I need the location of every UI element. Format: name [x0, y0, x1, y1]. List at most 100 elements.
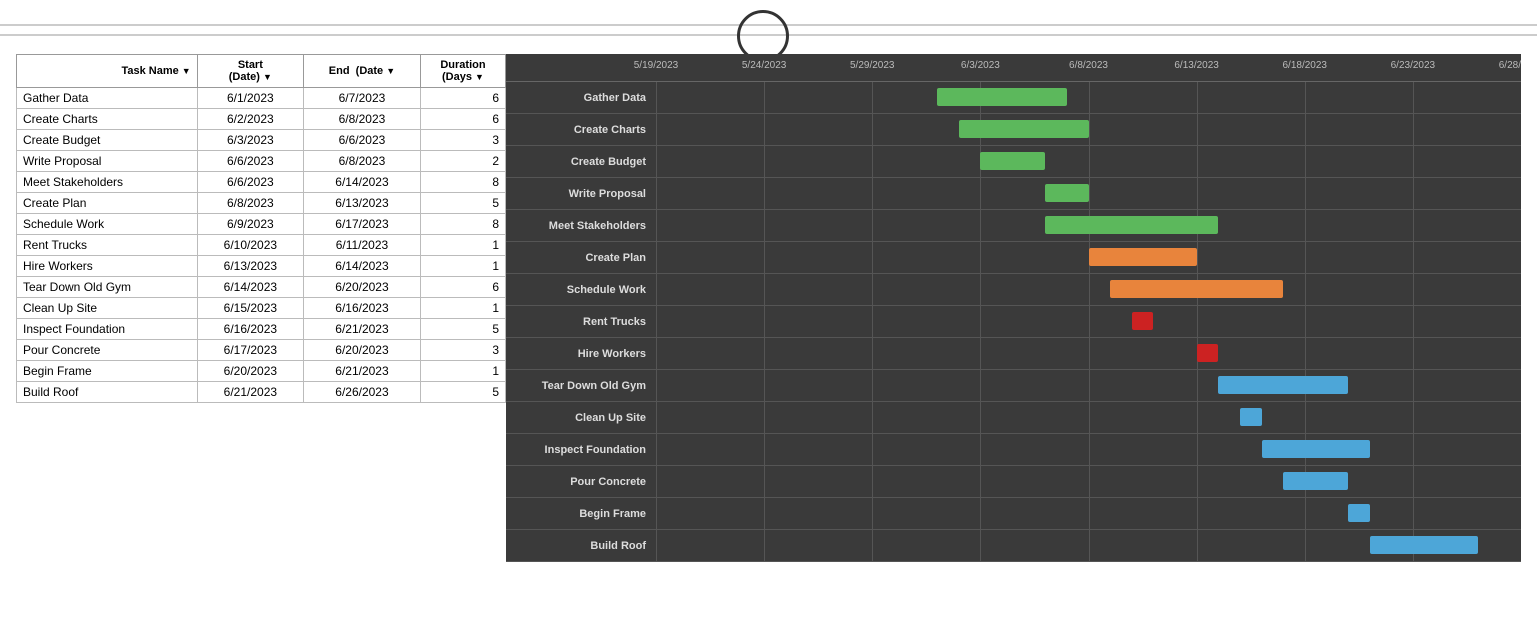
gantt-grid-line — [1197, 114, 1198, 146]
gantt-grid-line — [764, 498, 765, 530]
task-name-cell: Rent Trucks — [17, 235, 198, 256]
gantt-grid-line — [1089, 498, 1090, 530]
col-header-task[interactable]: Task Name ▼ — [17, 55, 198, 88]
task-end-cell: 6/14/2023 — [304, 256, 421, 277]
gantt-grid-line — [764, 402, 765, 434]
gantt-row-label: Create Budget — [506, 156, 656, 168]
gantt-grid-line — [764, 146, 765, 178]
gantt-grid-line — [872, 146, 873, 178]
task-end-cell: 6/17/2023 — [304, 214, 421, 235]
gantt-grid-line — [872, 82, 873, 114]
task-start-cell: 6/15/2023 — [197, 298, 303, 319]
gantt-row: Meet Stakeholders — [506, 210, 1521, 242]
task-name-cell: Begin Frame — [17, 361, 198, 382]
gantt-grid-line — [1413, 82, 1414, 114]
gantt-bar — [1045, 216, 1218, 234]
gantt-row-label: Schedule Work — [506, 284, 656, 296]
gantt-bar — [1240, 408, 1262, 426]
gantt-grid-line — [872, 402, 873, 434]
task-end-cell: 6/6/2023 — [304, 130, 421, 151]
gantt-row-label: Pour Concrete — [506, 476, 656, 488]
gantt-row-label: Begin Frame — [506, 508, 656, 520]
task-end-cell: 6/13/2023 — [304, 193, 421, 214]
filter-icon-start[interactable]: ▼ — [263, 72, 272, 82]
gantt-grid-line — [980, 530, 981, 562]
gantt-row-label: Meet Stakeholders — [506, 220, 656, 232]
gantt-grid-line — [656, 498, 657, 530]
gantt-grid-line — [1413, 434, 1414, 466]
task-start-cell: 6/13/2023 — [197, 256, 303, 277]
gantt-bar — [1110, 280, 1283, 298]
table-row: Build Roof 6/21/2023 6/26/2023 5 — [17, 382, 506, 403]
filter-icon-task[interactable]: ▼ — [182, 66, 191, 76]
gantt-row-label: Build Roof — [506, 540, 656, 552]
gantt-row: Tear Down Old Gym — [506, 370, 1521, 402]
gantt-bar — [1283, 472, 1348, 490]
col-header-start[interactable]: Start(Date) ▼ — [197, 55, 303, 88]
gantt-row-label: Create Plan — [506, 252, 656, 264]
gantt-grid-line — [764, 242, 765, 274]
gantt-grid-line — [872, 242, 873, 274]
table-row: Gather Data 6/1/2023 6/7/2023 6 — [17, 88, 506, 109]
gantt-grid-line — [656, 146, 657, 178]
gantt-grid-line — [872, 466, 873, 498]
filter-icon-end[interactable]: ▼ — [386, 66, 395, 76]
task-end-cell: 6/26/2023 — [304, 382, 421, 403]
gantt-row-label: Create Charts — [506, 124, 656, 136]
task-name-cell: Pour Concrete — [17, 340, 198, 361]
gantt-bar-area — [656, 82, 1521, 114]
gantt-grid-line — [656, 274, 657, 306]
gantt-grid-line — [1413, 402, 1414, 434]
gantt-grid-line — [1305, 338, 1306, 370]
gantt-bar — [1370, 536, 1478, 554]
gantt-grid-line — [1413, 338, 1414, 370]
gantt-grid-line — [1413, 242, 1414, 274]
gantt-grid-line — [1089, 274, 1090, 306]
gantt-grid-line — [764, 530, 765, 562]
col-header-end[interactable]: End (Date ▼ — [304, 55, 421, 88]
gantt-grid-line — [980, 210, 981, 242]
task-duration-cell: 5 — [420, 193, 505, 214]
gantt-grid-line — [656, 466, 657, 498]
gantt-grid-line — [656, 82, 657, 114]
gantt-axis-tick: 6/3/2023 — [961, 60, 1000, 71]
gantt-chart-section: 5/19/20235/24/20235/29/20236/3/20236/8/2… — [506, 54, 1521, 562]
gantt-grid-line — [1305, 146, 1306, 178]
task-duration-cell: 2 — [420, 151, 505, 172]
col-header-duration[interactable]: Duration(Days ▼ — [420, 55, 505, 88]
main-content: Task Name ▼ Start(Date) ▼ End (Date ▼ Du… — [0, 44, 1537, 572]
task-name-cell: Hire Workers — [17, 256, 198, 277]
gantt-bar — [1089, 248, 1197, 266]
gantt-inner: 5/19/20235/24/20235/29/20236/3/20236/8/2… — [506, 54, 1521, 562]
gantt-grid-line — [1305, 114, 1306, 146]
gantt-grid-line — [1413, 210, 1414, 242]
task-start-cell: 6/9/2023 — [197, 214, 303, 235]
filter-icon-dur[interactable]: ▼ — [475, 72, 484, 82]
gantt-grid-line — [1197, 306, 1198, 338]
gantt-grid-line — [872, 498, 873, 530]
gantt-axis-tick: 5/29/2023 — [850, 60, 895, 71]
task-name-cell: Inspect Foundation — [17, 319, 198, 340]
gantt-row: Gather Data — [506, 82, 1521, 114]
gantt-grid-line — [980, 434, 981, 466]
gantt-grid-line — [1305, 242, 1306, 274]
gantt-grid-line — [1413, 178, 1414, 210]
gantt-bar-area — [656, 370, 1521, 402]
task-start-cell: 6/2/2023 — [197, 109, 303, 130]
gantt-grid-line — [872, 338, 873, 370]
gantt-grid-line — [872, 210, 873, 242]
gantt-grid-line — [1089, 466, 1090, 498]
gantt-grid-line — [764, 466, 765, 498]
gantt-grid-line — [1305, 82, 1306, 114]
gantt-bar-area — [656, 530, 1521, 562]
task-name-cell: Gather Data — [17, 88, 198, 109]
gantt-axis: 5/19/20235/24/20235/29/20236/3/20236/8/2… — [506, 54, 1521, 82]
gantt-bar-area — [656, 146, 1521, 178]
table-row: Write Proposal 6/6/2023 6/8/2023 2 — [17, 151, 506, 172]
task-start-cell: 6/10/2023 — [197, 235, 303, 256]
task-start-cell: 6/3/2023 — [197, 130, 303, 151]
gantt-grid-line — [656, 306, 657, 338]
task-end-cell: 6/11/2023 — [304, 235, 421, 256]
gantt-row-label: Gather Data — [506, 92, 656, 104]
gantt-grid-line — [1197, 242, 1198, 274]
